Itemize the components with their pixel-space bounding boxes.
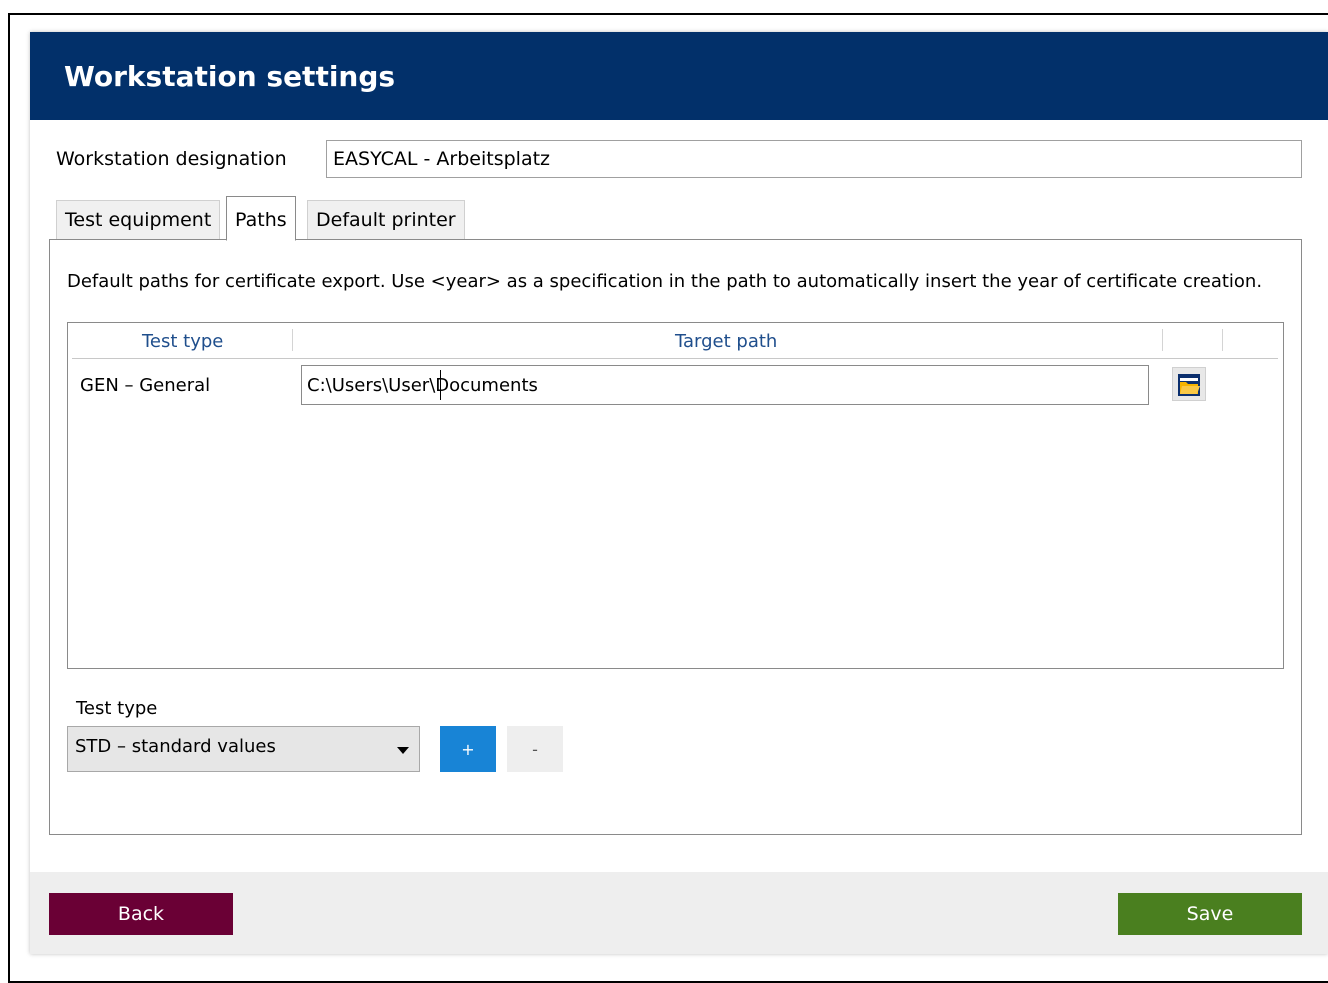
- column-separator: [292, 329, 293, 351]
- tab-paths[interactable]: Paths: [226, 196, 296, 241]
- text-caret: [440, 370, 441, 400]
- paths-info-text: Default paths for certificate export. Us…: [67, 271, 1263, 292]
- grid-header: Test type Target path: [72, 325, 1278, 359]
- test-type-select[interactable]: STD – standard values: [67, 726, 420, 772]
- header-bar: Workstation settings: [30, 32, 1328, 120]
- test-type-selected-value: STD – standard values: [75, 736, 276, 757]
- paths-grid: Test type Target path GEN – General: [67, 322, 1284, 669]
- paths-tab-panel: Default paths for certificate export. Us…: [49, 239, 1302, 835]
- browse-folder-button[interactable]: [1172, 367, 1206, 401]
- footer-bar: Back Save: [30, 872, 1328, 954]
- settings-window: Workstation settings Workstation designa…: [30, 32, 1328, 954]
- remove-test-type-button[interactable]: -: [507, 726, 563, 772]
- column-header-target-path[interactable]: Target path: [675, 331, 777, 352]
- dropdown-arrow-icon: [397, 747, 409, 754]
- add-test-type-button[interactable]: +: [440, 726, 496, 772]
- column-separator: [1222, 329, 1223, 351]
- tab-default-printer[interactable]: Default printer: [307, 200, 465, 240]
- test-type-label: Test type: [76, 698, 158, 719]
- page-title: Workstation settings: [64, 60, 396, 93]
- save-button[interactable]: Save: [1118, 893, 1302, 935]
- column-header-test-type[interactable]: Test type: [142, 331, 223, 352]
- back-button[interactable]: Back: [49, 893, 233, 935]
- target-path-input[interactable]: [301, 365, 1149, 405]
- folder-open-icon: [1178, 374, 1200, 396]
- tab-test-equipment[interactable]: Test equipment: [56, 200, 221, 240]
- designation-input[interactable]: [326, 140, 1302, 178]
- row-test-type-cell: GEN – General: [80, 375, 211, 396]
- column-separator: [1162, 329, 1163, 351]
- designation-label: Workstation designation: [56, 148, 287, 170]
